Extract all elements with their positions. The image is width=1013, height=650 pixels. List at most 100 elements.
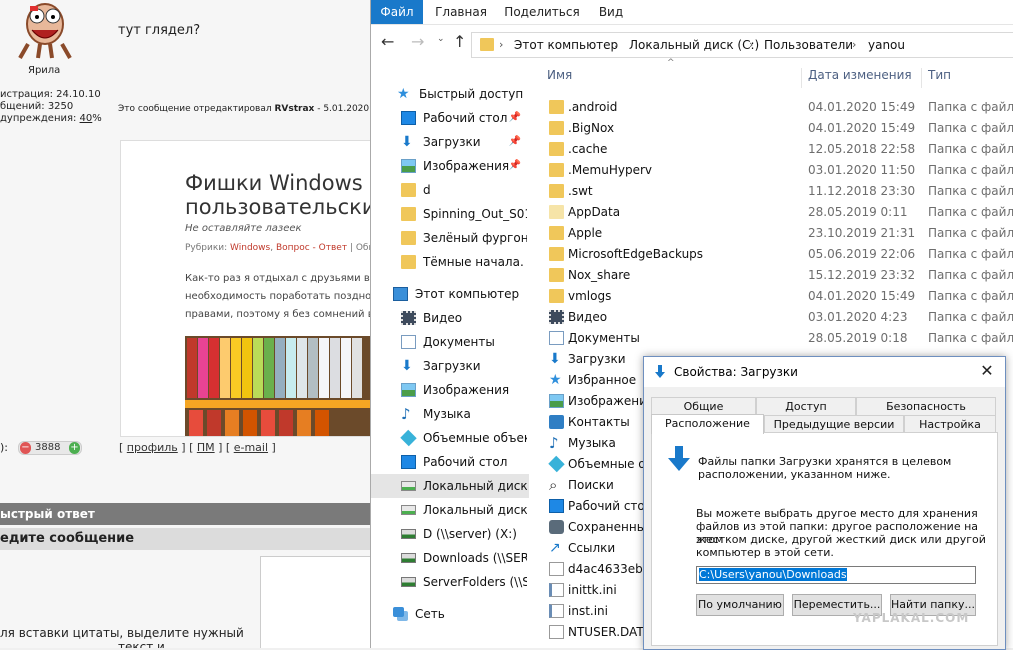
file-row[interactable]: MicrosoftEdgeBackups 05.06.2019 22:06 Папк… <box>543 244 1013 265</box>
tab-customize[interactable]: Настройка <box>904 415 996 433</box>
folder-icon <box>549 163 564 177</box>
file-row[interactable]: .MemuHyperv 03.01.2020 11:50 Папка с файла… <box>543 160 1013 181</box>
nav-item[interactable]: Документы <box>371 330 529 354</box>
nav-item[interactable]: Зелёный фургон. С <box>371 226 529 250</box>
address-bar: ← → ⌄ ↑ › Этот компьютер › Локальный дис… <box>371 28 1013 60</box>
back-arrow-icon[interactable]: ← <box>381 32 394 51</box>
nav-item[interactable]: ♪ Музыка <box>371 402 529 426</box>
column-date[interactable]: Дата изменения <box>808 68 912 82</box>
nav-item[interactable]: Локальный диск (D <box>371 498 529 522</box>
column-type[interactable]: Тип <box>928 68 951 82</box>
breadcrumb-users[interactable]: Пользователи <box>764 33 853 57</box>
nav-item[interactable]: Тёмные начала. Се <box>371 250 529 274</box>
tab-share[interactable]: Поделиться <box>501 0 583 24</box>
breadcrumb-local-disk[interactable]: Локальный диск (C:) <box>629 33 759 57</box>
3d-objects-icon <box>548 455 565 473</box>
article-body-line: необходимость поработать поздно но <box>185 291 370 302</box>
article-subtitle: Не оставляйте лазеек <box>185 223 302 234</box>
file-row[interactable]: .swt 11.12.2018 23:30 Папка с файлами <box>543 181 1013 202</box>
dialog-titlebar[interactable]: Свойства: Загрузки ✕ <box>644 357 1005 387</box>
network-drive-icon <box>401 529 416 539</box>
tab-view[interactable]: Вид <box>593 0 629 24</box>
nav-item[interactable]: ServerFolders (\\SEF <box>371 570 529 594</box>
forward-arrow-icon[interactable]: → <box>411 32 424 51</box>
nav-item[interactable]: Объемные объекты <box>371 426 529 450</box>
file-row[interactable]: Документы 28.05.2019 0:18 Папка с файлами <box>543 328 1013 349</box>
tab-home[interactable]: Главная <box>431 0 491 24</box>
tab-file[interactable]: Файл <box>371 0 423 24</box>
pm-link[interactable]: ПМ <box>197 441 215 454</box>
folder-icon <box>549 121 564 135</box>
chevron-right-icon[interactable]: › <box>749 33 753 57</box>
nav-item[interactable]: Этот компьютер <box>371 282 529 306</box>
file-row[interactable]: .android 04.01.2020 15:49 Папка с файлами <box>543 97 1013 118</box>
nav-item[interactable]: Видео <box>371 306 529 330</box>
nav-item[interactable]: ⬇ Загрузки <box>371 354 529 378</box>
file-row[interactable]: Apple 23.10.2019 21:31 Папка с файлами <box>543 223 1013 244</box>
file-row[interactable]: .cache 12.05.2018 22:58 Папка с файлами <box>543 139 1013 160</box>
file-type: Папка с файлами <box>928 268 1013 282</box>
pin-icon[interactable]: 📌 <box>509 106 521 130</box>
folder-icon <box>549 100 564 114</box>
up-arrow-icon[interactable]: ↑ <box>453 32 466 51</box>
nav-item[interactable]: Рабочий стол 📌 <box>371 106 529 130</box>
nav-item-label: D (\\server) (X:) <box>423 527 517 541</box>
column-name[interactable]: Имя <box>547 68 572 82</box>
chevron-right-icon[interactable]: › <box>614 33 618 57</box>
column-divider[interactable] <box>801 68 802 88</box>
file-date: 23.10.2019 21:31 <box>808 226 916 240</box>
nav-item[interactable]: Изображения <box>371 378 529 402</box>
file-row[interactable]: AppData 28.05.2019 0:11 Папка с файлами <box>543 202 1013 223</box>
star-icon: ★ <box>397 86 410 102</box>
file-date: 12.05.2018 22:58 <box>808 142 916 156</box>
username[interactable]: Ярила <box>28 65 60 76</box>
desktop-icon <box>401 111 416 125</box>
column-divider[interactable] <box>921 68 922 88</box>
tab-location[interactable]: Расположение <box>651 414 764 434</box>
tab-sharing[interactable]: Доступ <box>756 397 856 415</box>
network-drive-icon <box>401 577 416 587</box>
network-drive-icon <box>401 553 416 563</box>
file-type: Папка с файлами <box>928 100 1013 114</box>
pin-icon[interactable]: 📌 <box>509 130 521 154</box>
breadcrumb[interactable]: › Этот компьютер › Локальный диск (C:) ›… <box>471 32 1013 58</box>
breadcrumb-yanou[interactable]: yanou <box>868 33 905 57</box>
file-row[interactable]: vmlogs 04.01.2020 15:49 Папка с файлами <box>543 286 1013 307</box>
computer-icon <box>393 287 408 301</box>
close-icon[interactable]: ✕ <box>977 361 997 381</box>
nav-item[interactable]: ★ Быстрый доступ <box>371 82 529 106</box>
restore-default-button[interactable]: По умолчанию <box>696 594 784 616</box>
tab-previous-versions[interactable]: Предыдущие версии <box>764 415 904 433</box>
breadcrumb-this-pc[interactable]: Этот компьютер <box>514 33 618 57</box>
file-type: Папка с файлами <box>928 226 1013 240</box>
nav-item[interactable]: Изображения 📌 <box>371 154 529 178</box>
nav-item[interactable]: Рабочий стол <box>371 450 529 474</box>
pin-icon[interactable]: 📌 <box>509 154 521 178</box>
file-date: 04.01.2020 15:49 <box>808 100 916 114</box>
nav-item[interactable]: D (\\server) (X:) <box>371 522 529 546</box>
path-input[interactable]: C:\Users\yanou\Downloads <box>696 566 976 584</box>
nav-item[interactable]: Spinning_Out_S01_2 <box>371 202 529 226</box>
tab-general[interactable]: Общие <box>651 397 756 415</box>
email-link[interactable]: e-mail <box>234 441 268 454</box>
file-date: 11.12.2018 23:30 <box>808 184 916 198</box>
file-row[interactable]: Nox_share 15.12.2019 23:32 Папка с файлами <box>543 265 1013 286</box>
nav-item[interactable]: ⬇ Загрузки 📌 <box>371 130 529 154</box>
rep-plus-button[interactable]: + <box>69 442 80 454</box>
chevron-right-icon[interactable]: › <box>852 33 856 57</box>
tab-security[interactable]: Безопасность <box>856 397 996 415</box>
ini-file-icon <box>549 604 564 618</box>
nav-item[interactable]: Downloads (\\SERV <box>371 546 529 570</box>
chevron-right-icon[interactable]: › <box>499 33 503 57</box>
nav-item[interactable]: Сеть <box>371 602 529 626</box>
nav-item[interactable]: Локальный диск (C <box>371 474 529 498</box>
nav-item[interactable]: d <box>371 178 529 202</box>
message-textarea[interactable] <box>260 556 370 648</box>
file-row[interactable]: Видео 03.01.2020 4:23 Папка с файлами <box>543 307 1013 328</box>
profile-link[interactable]: профиль <box>127 441 178 454</box>
rep-minus-button[interactable]: − <box>20 442 31 454</box>
folder-icon <box>549 268 564 282</box>
download-icon: ⬇ <box>549 351 561 367</box>
file-row[interactable]: .BigNox 04.01.2020 15:49 Папка с файлами <box>543 118 1013 139</box>
recent-chevron-icon[interactable]: ⌄ <box>437 34 445 44</box>
